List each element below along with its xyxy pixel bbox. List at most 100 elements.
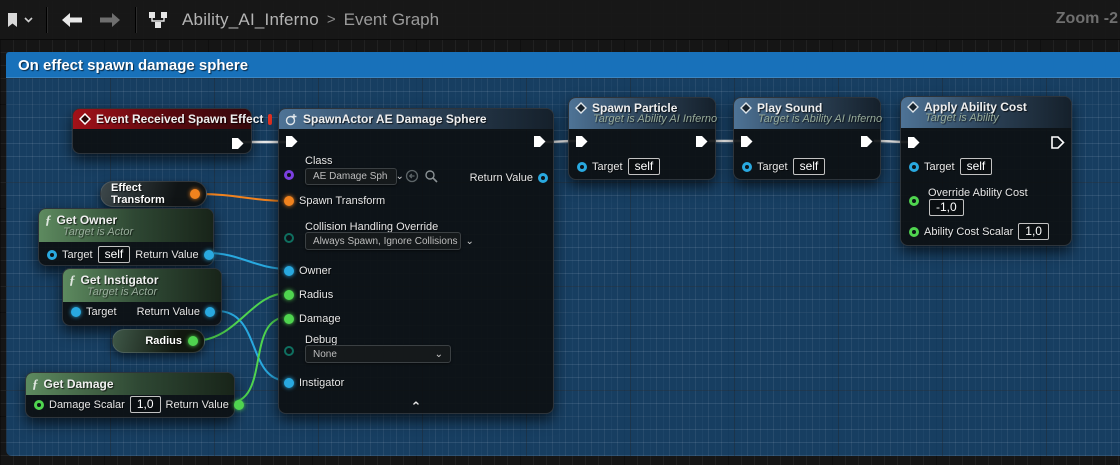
node-title: Get Damage [44,377,114,391]
radius-out-pin[interactable] [188,336,198,346]
debug-pin[interactable] [284,346,294,356]
exec-out-pin[interactable] [695,135,709,153]
arrow-left-icon [59,12,85,28]
chevron-down-icon [23,16,34,24]
exec-out-pin[interactable] [860,135,874,153]
collision-pin[interactable] [284,233,294,243]
class-pin[interactable] [284,170,294,180]
pure-function-icon: ƒ [69,272,76,288]
breadcrumb-separator: > [327,11,336,28]
return-value-pin[interactable] [538,173,548,183]
target-value-box[interactable]: self [793,158,826,175]
node-header: SpawnActor AE Damage Sphere [279,109,553,129]
exec-out-pin[interactable] [1051,136,1065,154]
node-get-damage[interactable]: ƒ Get Damage Damage Scalar 1,0 Return Va… [25,372,235,418]
radius-pin[interactable] [284,290,294,300]
return-value-label: Return Value [137,306,200,318]
instigator-row: Instigator [284,377,344,389]
class-dropdown[interactable]: AE Damage Sph⌄ [305,168,397,185]
forward-button[interactable] [91,0,129,39]
spawn-actor-icon [285,113,298,126]
event-icon [79,113,91,125]
exec-out-pin[interactable] [231,137,245,155]
exec-in-pin[interactable] [740,135,754,153]
browse-asset-icon[interactable] [424,169,438,183]
arrow-right-icon [97,12,123,28]
class-dropdown-value: AE Damage Sph [313,171,388,182]
target-pin[interactable] [71,307,81,317]
return-value-label: Return Value [470,172,533,184]
return-value-pin[interactable] [205,307,215,317]
damage-scalar-value-box[interactable]: 1,0 [130,396,161,413]
pure-function-icon: ƒ [45,212,52,228]
exec-out-pin[interactable] [533,135,547,153]
target-pin[interactable] [577,162,587,172]
target-pin[interactable] [47,250,57,260]
node-title: Get Instigator [81,273,159,287]
back-button[interactable] [53,0,91,39]
effect-transform-out-pin[interactable] [190,189,200,199]
chevron-down-icon: ⌄ [396,171,404,182]
breadcrumb-current[interactable]: Event Graph [344,10,439,30]
graph-hierarchy-button[interactable] [142,0,174,39]
override-ability-cost-pin[interactable] [909,196,919,206]
target-pin[interactable] [742,162,752,172]
exec-in-pin[interactable] [575,135,589,153]
node-play-sound[interactable]: Play Sound Target is Ability AI Inferno … [733,97,881,180]
instigator-pin[interactable] [284,378,294,388]
collision-dropdown[interactable]: Always Spawn, Ignore Collisions⌄ [305,232,461,250]
instigator-label: Instigator [299,377,344,389]
target-row: Target self [577,158,660,175]
override-ability-cost-label: Override Ability Cost [928,187,1028,199]
debug-dropdown[interactable]: None⌄ [305,345,451,363]
function-call-icon [740,102,752,114]
return-value-label: Return Value [166,399,229,411]
node-spawn-particle[interactable]: Spawn Particle Target is Ability AI Infe… [568,97,716,180]
radius-label: Radius [299,289,333,301]
variable-label: Radius [145,335,182,347]
radius-row: Radius [284,289,333,301]
spawn-transform-pin[interactable] [284,196,294,206]
bookmarks-button[interactable] [0,0,40,39]
event-override-icon[interactable] [268,114,272,125]
damage-scalar-pin[interactable] [34,400,44,410]
node-get-instigator[interactable]: ƒ Get Instigator Target is Actor Target … [62,268,222,326]
node-get-owner[interactable]: ƒ Get Owner Target is Actor Target self … [38,208,214,266]
return-value-label: Return Value [135,249,198,261]
damage-pin[interactable] [284,314,294,324]
return-value-row: Return Value [470,172,548,184]
node-radius-variable[interactable]: Radius [112,329,205,353]
class-pin-label: Class [305,155,333,167]
node-effect-transform-variable[interactable]: Effect Transform [100,181,207,207]
target-value-box[interactable]: self [628,158,661,175]
node-title: SpawnActor AE Damage Sphere [303,112,487,126]
collapse-pins-chevron[interactable]: ⌃ [411,401,422,413]
node-subtitle: Target is Ability AI Inferno [569,113,715,129]
target-pin[interactable] [909,162,919,172]
comment-banner[interactable]: On effect spawn damage sphere [6,52,1120,78]
node-event-received-spawn-effect[interactable]: Event Received Spawn Effect [72,108,252,154]
chevron-down-icon: ⌄ [435,349,443,360]
node-header: Event Received Spawn Effect [73,109,251,129]
node-spawnactor-ae-damage-sphere[interactable]: SpawnActor AE Damage Sphere Class AE Dam… [278,108,554,414]
ability-cost-scalar-pin[interactable] [909,227,919,237]
exec-in-pin[interactable] [285,135,299,153]
return-value-pin[interactable] [204,250,214,260]
node-header: ƒ Get Damage [26,373,234,395]
return-value-pin[interactable] [234,400,244,410]
owner-pin[interactable] [284,266,294,276]
pin-row: Target Return Value [71,306,215,318]
target-value-box[interactable]: self [960,158,993,175]
node-apply-ability-cost[interactable]: Apply Ability Cost Target is Ability Tar… [900,96,1072,246]
pin-row: Damage Scalar 1,0 Return Value [34,396,228,413]
override-ability-cost-value-box[interactable]: -1,0 [929,199,964,216]
breadcrumb-root[interactable]: Ability_AI_Inferno [182,10,319,30]
function-call-icon [575,102,587,114]
spawn-transform-label: Spawn Transform [299,195,385,207]
exec-in-pin[interactable] [907,136,921,154]
target-label: Target [757,161,788,173]
use-selected-asset-icon[interactable] [405,169,419,183]
ability-cost-scalar-value-box[interactable]: 1,0 [1018,223,1049,240]
target-value-box[interactable]: self [98,246,131,263]
target-row: Target self [909,158,992,175]
